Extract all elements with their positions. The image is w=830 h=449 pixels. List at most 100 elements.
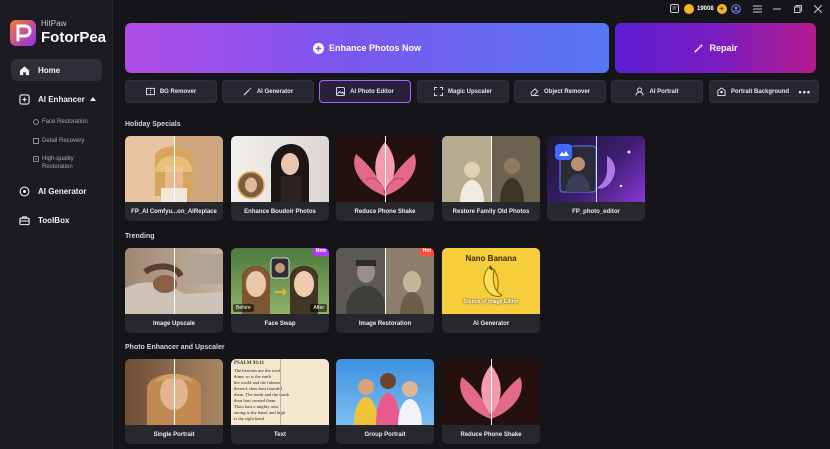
split-line <box>174 248 175 314</box>
tool-label: BG Remover <box>159 88 197 95</box>
app-logo <box>10 20 36 46</box>
generator-icon <box>19 186 30 196</box>
template-card[interactable]: Single Portrait <box>125 359 223 444</box>
magic-wand-icon <box>694 43 704 53</box>
template-card[interactable]: Reduce Phone Shake <box>336 136 434 221</box>
sidebar-subitem-detail-recovery[interactable]: Detail Recovery <box>33 137 84 145</box>
card-label: Group Portrait <box>364 431 406 438</box>
split-line <box>385 136 386 202</box>
template-card[interactable]: FP_photo_editor <box>547 136 645 221</box>
repair-label: Repair <box>709 43 738 53</box>
message-icon[interactable] <box>669 3 680 14</box>
hot-badge: Hot <box>418 248 434 256</box>
sidebar-subitem-face-restoration[interactable]: Face Restoration <box>33 118 88 126</box>
doc-line: is thy right hand. <box>234 416 266 421</box>
card-label: Enhance Boudoir Photos <box>244 208 316 215</box>
magic-wand-icon <box>243 87 252 96</box>
minimize-icon[interactable] <box>771 3 782 14</box>
close-icon[interactable] <box>812 3 823 14</box>
repair-button[interactable]: Repair <box>615 23 816 73</box>
face-icon <box>33 119 39 125</box>
art-title: Nano Banana <box>465 254 517 263</box>
sidebar-subitem-label: Face Restoration <box>42 119 88 125</box>
after-tag: After <box>310 304 327 312</box>
detail-icon <box>33 138 39 144</box>
add-coins-icon[interactable]: + <box>716 3 727 14</box>
template-card[interactable]: Before After New Face Swap <box>231 248 329 333</box>
template-card[interactable]: Enhance Boudoir Photos <box>231 136 329 221</box>
card-thumbnail <box>125 136 223 202</box>
home-icon <box>19 65 30 75</box>
tool-label: Object Remover <box>543 88 591 95</box>
template-card[interactable]: Reduce Phone Shake <box>442 359 540 444</box>
card-thumbnail <box>547 136 645 202</box>
app-window: HitPaw FotorPea Home AI Enhancer Face Re… <box>0 0 830 449</box>
template-card[interactable]: Hot Image Restoration <box>336 248 434 333</box>
template-card[interactable]: PSALM 93:11 The heavens are the work thi… <box>231 359 329 444</box>
tool-label: AI Photo Editor <box>350 88 394 95</box>
split-line <box>280 359 281 425</box>
card-thumbnail <box>442 359 540 425</box>
template-card[interactable]: Image Upscale <box>125 248 223 333</box>
art-caption: Source of Image Editor <box>463 299 519 305</box>
sidebar-item-toolbox[interactable]: ToolBox <box>0 213 113 227</box>
sidebar-item-ai-generator[interactable]: AI Generator <box>0 184 113 198</box>
tool-bg-remover[interactable]: BG Remover <box>125 80 217 103</box>
card-label: Image Upscale <box>152 320 196 327</box>
background-icon <box>717 87 726 96</box>
card-thumbnail <box>336 136 434 202</box>
card-label: Image Restoration <box>358 320 412 327</box>
template-card[interactable]: Restore Family Old Photos <box>442 136 540 221</box>
card-label: FP_AI Comfyu...on_AIReplace <box>131 208 217 215</box>
bg-remover-icon <box>145 87 155 96</box>
section-title-holiday-specials: Holiday Specials <box>125 121 181 128</box>
card-label: AI Generator <box>472 320 510 327</box>
split-line <box>491 136 492 202</box>
quality-icon <box>33 156 39 162</box>
enhance-photos-now-button[interactable]: Enhance Photos Now <box>125 23 609 73</box>
tool-ai-generator[interactable]: AI Generator <box>222 80 314 103</box>
template-card[interactable]: Group Portrait <box>336 359 434 444</box>
tool-object-remover[interactable]: Object Remover <box>514 80 606 103</box>
card-label: Single Portrait <box>153 431 195 438</box>
card-thumbnail <box>336 359 434 425</box>
sidebar-item-label: ToolBox <box>38 215 70 225</box>
sidebar-subitem-high-quality-restoration[interactable]: High-quality Restoration <box>33 155 93 171</box>
tool-magic-upscaler[interactable]: Magic Upscaler <box>417 80 509 103</box>
portrait-icon <box>635 87 645 96</box>
tool-portrait-background[interactable]: Portrait Background ••• <box>709 80 819 103</box>
tool-label: Portrait Background <box>731 88 790 95</box>
sidebar-subitem-label: High-quality Restoration <box>42 156 74 170</box>
template-card[interactable]: Nano Banana Source of Image Editor AI Ge… <box>442 248 540 333</box>
doc-body: The heavens are the work thine; so is th… <box>234 368 328 422</box>
card-label: Text <box>274 431 286 438</box>
template-card[interactable]: FP_AI Comfyu...on_AIReplace <box>125 136 223 221</box>
more-options-icon[interactable]: ••• <box>799 87 811 97</box>
sidebar-item-label: Home <box>38 65 61 75</box>
restore-icon[interactable] <box>792 3 803 14</box>
sidebar-item-label: AI Enhancer <box>38 94 85 104</box>
sidebar-item-ai-enhancer[interactable]: AI Enhancer <box>0 92 113 106</box>
new-badge: New <box>311 248 329 256</box>
brand-name: HitPaw <box>41 19 67 28</box>
tool-ai-photo-editor[interactable]: AI Photo Editor <box>319 80 411 103</box>
sparkle-icon <box>19 93 30 105</box>
split-line <box>491 359 492 425</box>
tool-ai-portrait[interactable]: AI Portrait <box>611 80 703 103</box>
account-icon[interactable] <box>730 3 741 14</box>
card-label: FP_photo_editor <box>572 208 620 215</box>
sidebar-subitem-label: Detail Recovery <box>42 138 85 144</box>
split-line <box>174 136 175 202</box>
card-thumbnail <box>125 248 223 314</box>
sidebar-item-home[interactable]: Home <box>11 59 102 81</box>
coin-balance[interactable]: 19008 + <box>684 3 727 14</box>
chevron-up-icon[interactable] <box>90 97 96 101</box>
menu-icon[interactable] <box>752 3 763 14</box>
card-label: Restore Family Old Photos <box>452 208 530 215</box>
upscale-icon <box>433 87 443 96</box>
card-thumbnail: Before After <box>231 248 329 314</box>
section-title-trending: Trending <box>125 233 155 240</box>
card-label: Reduce Phone Shake <box>354 208 416 215</box>
card-label: Face Swap <box>264 320 296 327</box>
app-name: HitPaw FotorPea <box>41 19 106 46</box>
